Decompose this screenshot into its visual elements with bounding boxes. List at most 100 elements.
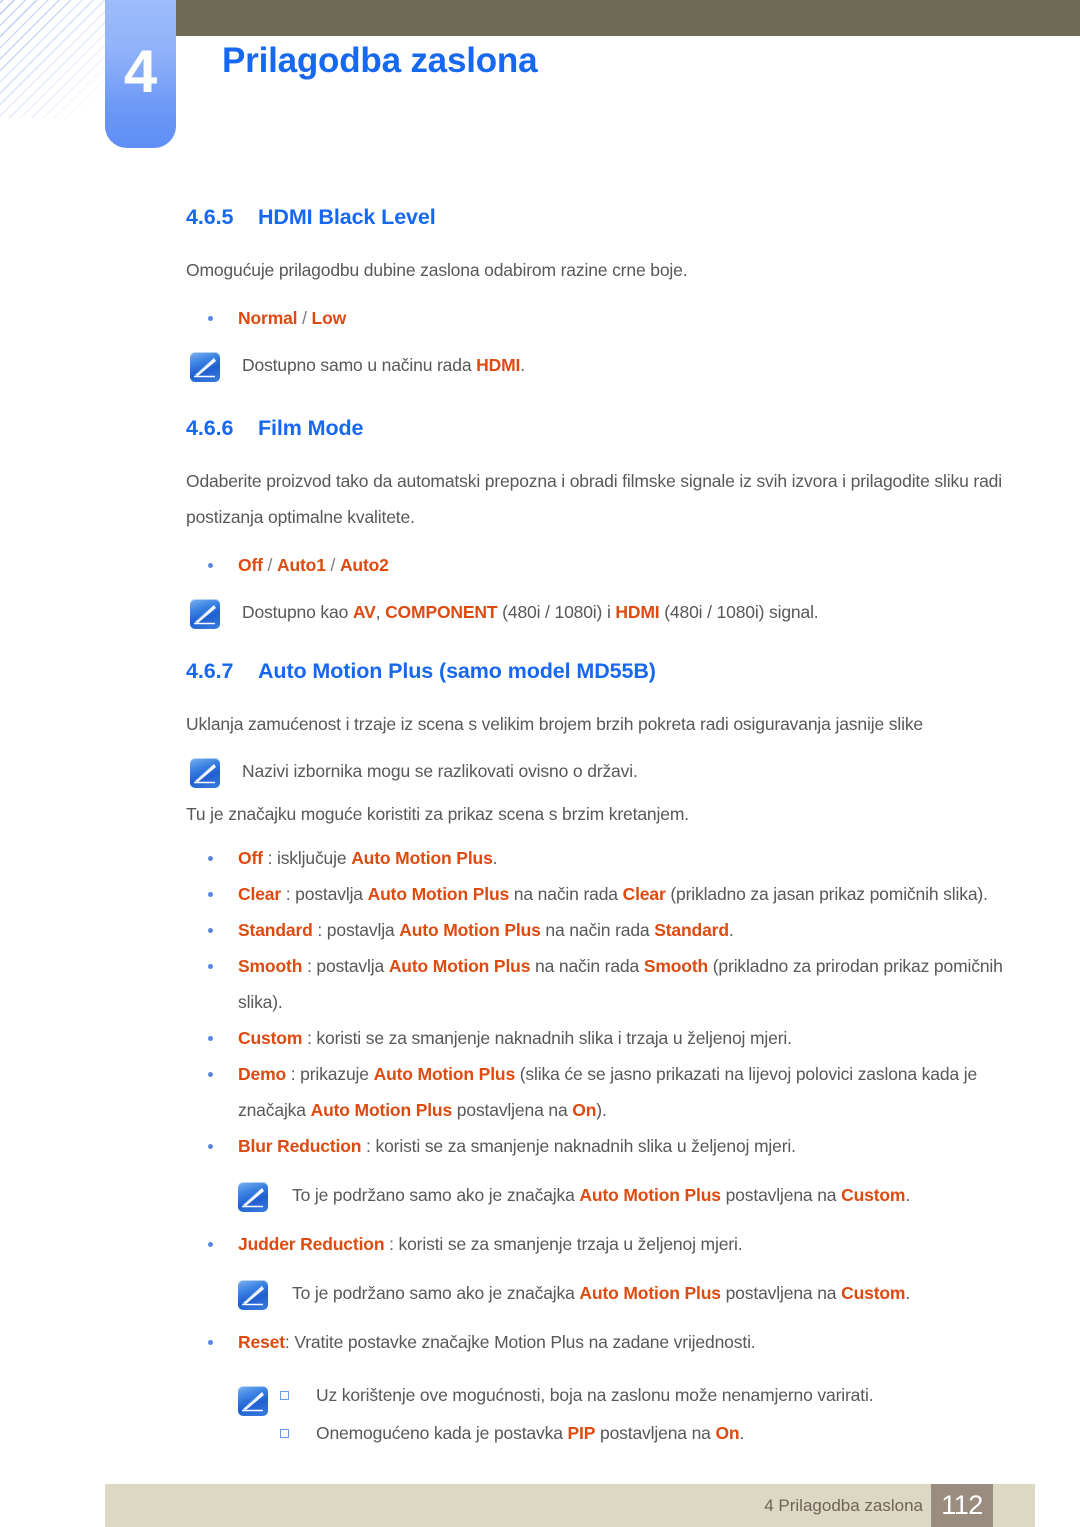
note-blur-hl2: Custom <box>841 1185 906 1205</box>
amp-term-demo: Demo <box>238 1064 287 1084</box>
note-judder-p1: To je podržano samo ako je značajka <box>292 1283 580 1303</box>
note-466-av: AV <box>352 602 376 622</box>
reset-sub-list: Uz korištenje ove mogućnosti, boja na za… <box>272 1376 1016 1452</box>
section-466-body: Odaberite proizvod tako da automatski pr… <box>186 471 1002 527</box>
option-low: Low <box>311 308 347 328</box>
note-466-p3: (480i / 1080i) i <box>497 602 616 622</box>
note-judder-hl1: Auto Motion Plus <box>579 1283 721 1303</box>
list-item: Uz korištenje ove mogućnosti, boja na za… <box>272 1376 1016 1414</box>
note-pen-icon <box>190 352 220 382</box>
note-465-highlight: HDMI <box>476 355 521 375</box>
amp-smooth-p1: : postavlja <box>302 956 389 976</box>
section-title: HDMI Black Level <box>258 205 436 229</box>
list-item: Clear : postavlja Auto Motion Plus na na… <box>186 876 1016 912</box>
list-item: Custom : koristi se za smanjenje naknadn… <box>186 1020 1016 1056</box>
list-item: Judder Reduction : koristi se za smanjen… <box>186 1226 1016 1262</box>
note-pen-icon <box>190 758 220 788</box>
section-title: Auto Motion Plus (samo model MD55B) <box>258 659 656 683</box>
list-item: Smooth : postavlja Auto Motion Plus na n… <box>186 948 1016 1020</box>
amp-standard-hl1: Auto Motion Plus <box>399 920 541 940</box>
amp-demo-hl1: Auto Motion Plus <box>373 1064 516 1084</box>
note-466: Dostupno kao AV, COMPONENT (480i / 1080i… <box>186 595 1016 629</box>
option-separator: / <box>325 555 340 575</box>
amp-term-off: Off <box>238 848 263 868</box>
amp-option-list: Off : isključuje Auto Motion Plus. Clear… <box>186 840 1016 1164</box>
amp-smooth-hl2: Smooth <box>643 956 709 976</box>
amp-clear-p1: : postavlja <box>281 884 368 904</box>
amp-blur-p1: : koristi se za smanjenje naknadnih slik… <box>361 1136 796 1156</box>
reset-sub-2-p1: Onemogućeno kada je postavka <box>316 1423 568 1443</box>
amp-off-p2: . <box>492 848 498 868</box>
amp-reset-p1: : Vratite postavke značajke Motion Plus … <box>284 1332 756 1352</box>
header-olive-bar <box>175 0 1080 36</box>
note-467-text: Nazivi izbornika mogu se razlikovati ovi… <box>242 761 638 781</box>
note-reset-group: Uz korištenje ove mogućnosti, boja na za… <box>186 1376 1016 1452</box>
section-heading-465: 4.6.5 HDMI Black Level <box>186 205 1016 230</box>
amp-standard-p1: : postavlja <box>312 920 400 940</box>
note-466-p1: Dostupno kao <box>242 602 353 622</box>
amp-clear-p3: (prikladno za jasan prikaz pomičnih slik… <box>665 884 988 904</box>
amp-custom-p1: : koristi se za smanjenje naknadnih slik… <box>302 1028 792 1048</box>
option-separator: / <box>297 308 312 328</box>
option-off: Off <box>238 555 263 575</box>
chapter-number-badge: 4 <box>105 0 176 148</box>
amp-option-list-2: Judder Reduction : koristi se za smanjen… <box>186 1226 1016 1262</box>
note-judder-p3: . <box>905 1283 911 1303</box>
list-item: Reset: Vratite postavke značajke Motion … <box>186 1324 1016 1360</box>
note-466-hdmi: HDMI <box>615 602 660 622</box>
option-auto1: Auto1 <box>276 555 326 575</box>
note-466-p4: (480i / 1080i) signal. <box>659 602 819 622</box>
amp-term-standard: Standard <box>238 920 313 940</box>
note-judder-custom: To je podržano samo ako je značajka Auto… <box>186 1276 1016 1310</box>
list-item: Demo : prikazuje Auto Motion Plus (slika… <box>186 1056 1016 1128</box>
section-number: 4.6.7 <box>186 659 234 683</box>
note-blur-p1: To je podržano samo ako je značajka <box>292 1185 580 1205</box>
amp-option-list-3: Reset: Vratite postavke značajke Motion … <box>186 1324 1016 1360</box>
amp-term-judder-reduction: Judder Reduction <box>238 1234 385 1254</box>
note-pen-icon <box>238 1280 268 1310</box>
amp-term-clear: Clear <box>238 884 282 904</box>
section-number: 4.6.5 <box>186 205 234 229</box>
note-467: Nazivi izbornika mogu se razlikovati ovi… <box>186 754 1016 788</box>
note-blur-p3: . <box>905 1185 911 1205</box>
section-466-options: Off / Auto1 / Auto2 <box>186 547 1016 583</box>
reset-sub-2-hl2: On <box>715 1423 740 1443</box>
page-content: 4.6.5 HDMI Black Level Omogućuje prilagod… <box>186 205 1016 1452</box>
decorative-hatch-pattern <box>0 0 112 118</box>
list-item: Blur Reduction : koristi se za smanjenje… <box>186 1128 1016 1164</box>
note-blur-custom: To je podržano samo ako je značajka Auto… <box>186 1178 1016 1212</box>
amp-demo-p4: ). <box>596 1100 607 1120</box>
amp-term-smooth: Smooth <box>238 956 303 976</box>
chapter-title: Prilagodba zaslona <box>222 41 538 80</box>
list-item: Standard : postavlja Auto Motion Plus na… <box>186 912 1016 948</box>
reset-sub-1-text: Uz korištenje ove mogućnosti, boja na za… <box>316 1385 874 1405</box>
reset-sub-2-p2: postavljena na <box>595 1423 716 1443</box>
note-judder-p2: postavljena na <box>720 1283 842 1303</box>
list-item: Onemogućeno kada je postavka PIP postavl… <box>272 1414 1016 1452</box>
note-pen-icon <box>238 1386 268 1416</box>
amp-judder-p1: : koristi se za smanjenje trzaja u želje… <box>384 1234 743 1254</box>
option-auto2: Auto2 <box>339 555 389 575</box>
amp-standard-hl2: Standard <box>654 920 729 940</box>
note-blur-p2: postavljena na <box>720 1185 842 1205</box>
footer-page-number: 112 <box>931 1484 993 1527</box>
chapter-number: 4 <box>123 38 158 105</box>
note-465: Dostupno samo u načinu rada HDMI. <box>186 348 1016 382</box>
note-pen-icon <box>238 1182 268 1212</box>
amp-demo-hl3: On <box>572 1100 597 1120</box>
list-item: Normal / Low <box>186 300 1016 336</box>
note-466-p2: , <box>375 602 386 622</box>
note-blur-hl1: Auto Motion Plus <box>579 1185 721 1205</box>
amp-clear-hl2: Clear <box>622 884 666 904</box>
section-number: 4.6.6 <box>186 416 234 440</box>
section-465-options: Normal / Low <box>186 300 1016 336</box>
amp-standard-p2: na način rada <box>540 920 655 940</box>
amp-demo-hl2: Auto Motion Plus <box>310 1100 453 1120</box>
section-title: Film Mode <box>258 416 364 440</box>
amp-term-blur-reduction: Blur Reduction <box>238 1136 362 1156</box>
amp-clear-hl1: Auto Motion Plus <box>367 884 510 904</box>
note-465-post: . <box>520 355 525 375</box>
amp-clear-p2: na način rada <box>509 884 623 904</box>
note-reset-body: Uz korištenje ove mogućnosti, boja na za… <box>186 1376 1016 1452</box>
amp-demo-p1: : prikazuje <box>286 1064 374 1084</box>
